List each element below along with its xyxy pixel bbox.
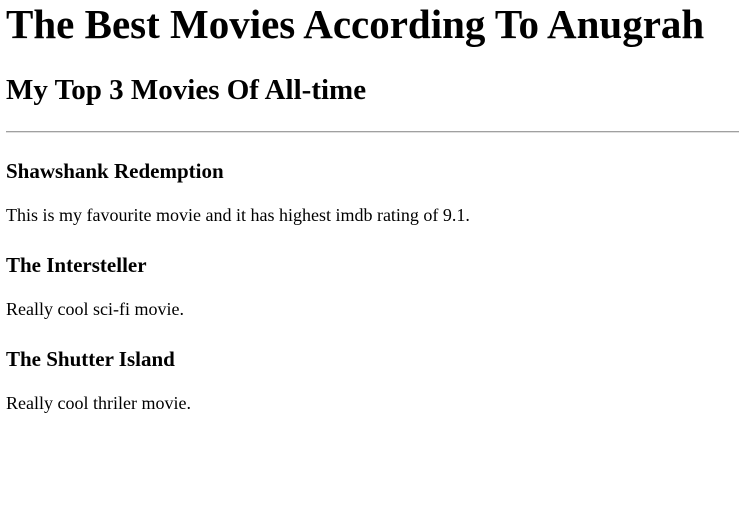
- page-subtitle: My Top 3 Movies Of All-time: [6, 74, 367, 106]
- divider: [6, 131, 739, 133]
- movie-title: Shawshank Redemption: [6, 159, 224, 183]
- movie-title: The Intersteller: [6, 253, 147, 277]
- page-title: The Best Movies According To Anugrah: [6, 1, 705, 47]
- movie-entry-shawshank: Shawshank Redemption This is my favourit…: [6, 159, 739, 226]
- movie-entry-shutter-island: The Shutter Island Really cool thriler m…: [6, 347, 739, 414]
- movie-description: Really cool sci-fi movie.: [6, 299, 184, 319]
- movie-title: The Shutter Island: [6, 347, 175, 371]
- movie-description: This is my favourite movie and it has hi…: [6, 205, 470, 225]
- page: The Best Movies According To Anugrah My …: [0, 0, 739, 414]
- movie-entry-interstellar: The Intersteller Really cool sci-fi movi…: [6, 253, 739, 320]
- movie-description: Really cool thriler movie.: [6, 393, 191, 413]
